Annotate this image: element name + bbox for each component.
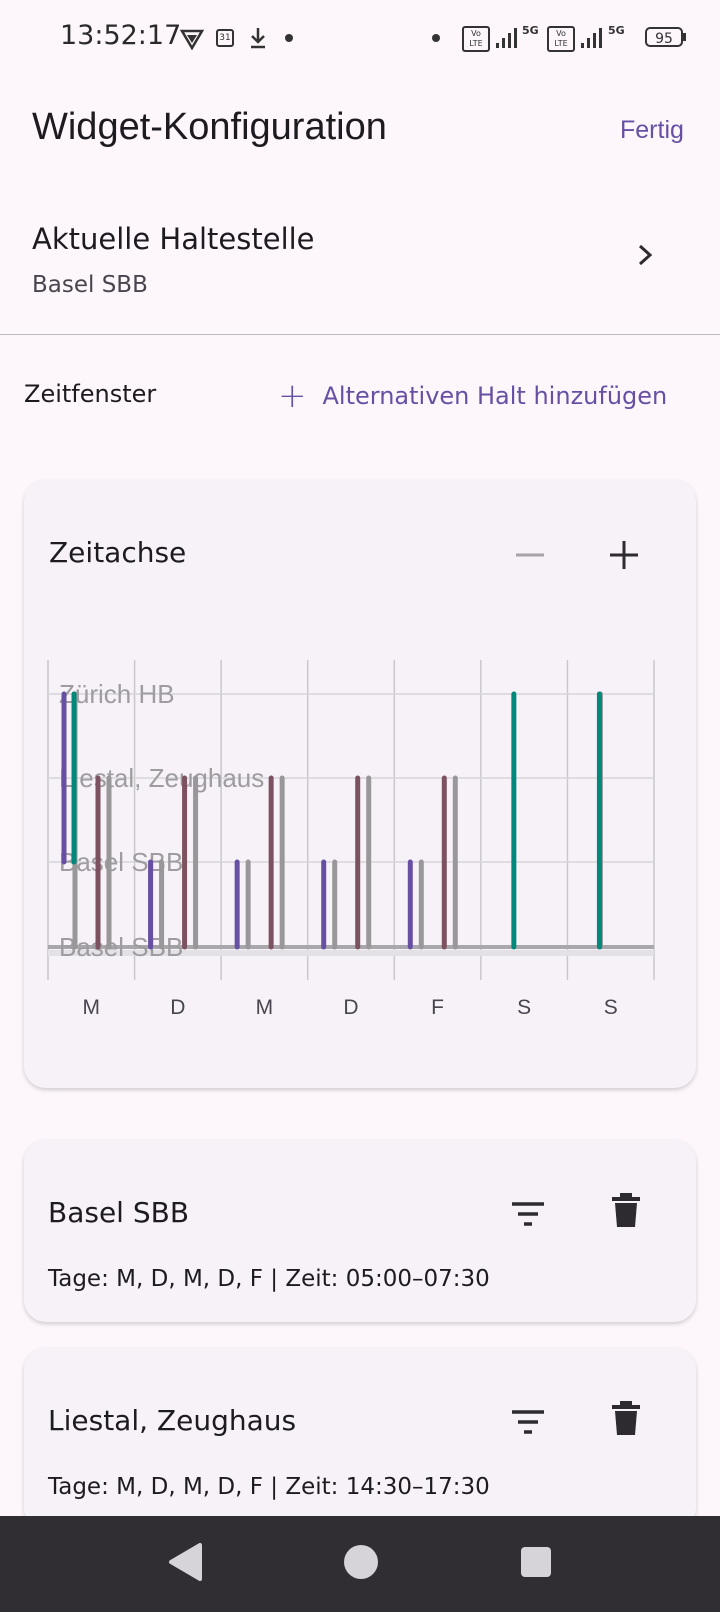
back-icon[interactable]: [168, 1542, 202, 1582]
day-label: D: [343, 996, 358, 1019]
battery-icon: 95: [645, 27, 683, 47]
entry-title: Basel SBB: [48, 1196, 190, 1229]
delete-icon[interactable]: [608, 1190, 644, 1230]
download-icon: [251, 28, 265, 49]
divider: [0, 334, 720, 335]
day-label: S: [517, 996, 531, 1019]
status-bar: 13:52:17 31 Vo LTE 5G Vo LTE 5G 95: [0, 0, 720, 80]
delete-icon[interactable]: [608, 1398, 644, 1438]
battery-tip: [683, 33, 686, 41]
filter-icon[interactable]: [508, 1196, 548, 1232]
day-label: M: [83, 996, 101, 1019]
current-stop-value: Basel SBB: [32, 272, 148, 298]
chart-day-labels: MDMDFSS: [83, 996, 618, 1019]
entry-card: Liestal, Zeughaus Tage: M, D, M, D, F | …: [24, 1348, 696, 1530]
filter-icon[interactable]: [508, 1404, 548, 1440]
current-stop-row[interactable]: [0, 200, 720, 320]
navigation-bar: [0, 1516, 720, 1612]
signal-icon: [581, 26, 605, 48]
calendar-icon: 31: [216, 29, 234, 47]
status-time: 13:52:17: [60, 20, 182, 51]
day-label: S: [604, 996, 618, 1019]
entry-meta: Tage: M, D, M, D, F | Zeit: 14:30–17:30: [48, 1474, 490, 1500]
chevron-right-icon: [638, 244, 653, 266]
stop-label: Liestal, Zeughaus: [59, 763, 264, 793]
entry-card: Basel SBB Tage: M, D, M, D, F | Zeit: 05…: [24, 1140, 696, 1322]
entry-title: Liestal, Zeughaus: [48, 1404, 297, 1437]
time-window-label: Zeitfenster: [24, 380, 157, 408]
signal-icon: [496, 26, 520, 48]
page-title: Widget-Konfiguration: [32, 106, 387, 148]
day-label: M: [256, 996, 274, 1019]
add-alternative-stop-button[interactable]: + Alternativen Halt hinzufügen: [278, 376, 667, 416]
add-alternative-label: Alternativen Halt hinzufügen: [322, 382, 668, 410]
chart-bars: [61, 691, 603, 950]
plus-icon: +: [278, 376, 307, 416]
day-label: F: [431, 996, 444, 1019]
notification-dot-icon: [285, 34, 293, 42]
stop-label: Basel SBB: [59, 932, 183, 962]
zoom-in-button[interactable]: [604, 535, 644, 575]
stop-label: Basel SBB: [59, 847, 183, 877]
current-stop-label: Aktuelle Haltestelle: [32, 222, 315, 256]
network-type: 5G: [522, 24, 539, 37]
volte-icon: Vo LTE: [547, 26, 575, 52]
timeline-chart: Zürich HBLiestal, ZeughausBasel SBBBasel…: [47, 660, 655, 1019]
home-icon[interactable]: [343, 1544, 379, 1580]
recents-icon[interactable]: [520, 1546, 552, 1578]
vpn-shield-icon: [180, 29, 204, 50]
zoom-out-button[interactable]: [510, 535, 550, 575]
network-type: 5G: [608, 24, 625, 37]
done-button[interactable]: Fertig: [620, 116, 684, 145]
day-label: D: [170, 996, 185, 1019]
notification-dot-icon: [432, 34, 440, 42]
volte-icon: Vo LTE: [462, 26, 490, 52]
timeline-title: Zeitachse: [49, 536, 187, 569]
entry-meta: Tage: M, D, M, D, F | Zeit: 05:00–07:30: [48, 1266, 490, 1292]
